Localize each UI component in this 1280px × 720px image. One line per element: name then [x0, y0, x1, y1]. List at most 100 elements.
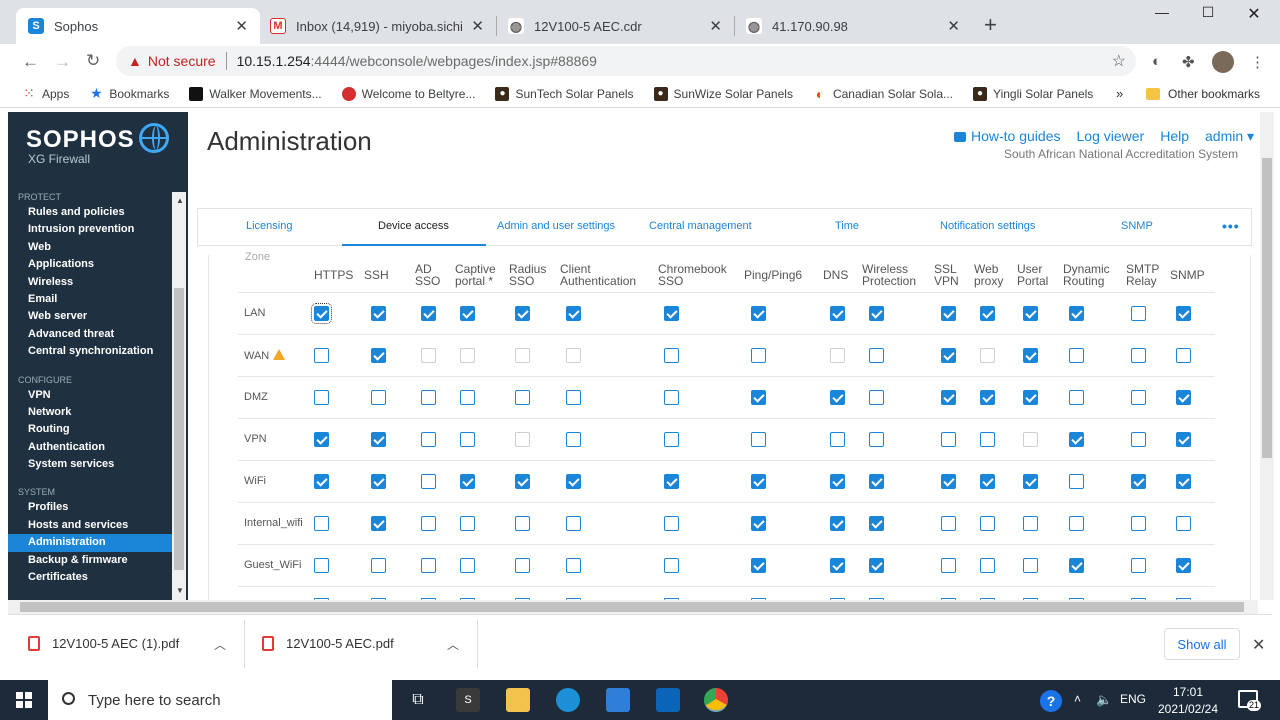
checkbox-wifi-radius-sso[interactable] — [515, 474, 530, 489]
close-tab-icon[interactable]: ✕ — [947, 17, 960, 35]
scroll-up-icon[interactable]: ▲ — [176, 196, 184, 205]
bookmark-walker[interactable]: Walker Movements... — [189, 86, 322, 101]
checkbox-internal_wifi-chromebook-sso[interactable] — [664, 516, 679, 531]
not-secure-label[interactable]: Not secure — [148, 53, 216, 69]
help-link[interactable]: Help — [1160, 128, 1189, 145]
task-view-icon[interactable]: ⧉ — [406, 688, 430, 712]
checkbox-vpn-captive-portal[interactable] — [460, 432, 475, 447]
checkbox-internal_wifi-ad-sso[interactable] — [421, 516, 436, 531]
checkbox-dmz-captive-portal[interactable] — [460, 390, 475, 405]
checkbox-dmz-ssl-vpn[interactable] — [941, 390, 956, 405]
sidebar-item-wireless[interactable]: Wireless — [8, 274, 172, 291]
profile-avatar[interactable] — [1212, 51, 1234, 73]
checkbox-lan-ping-ping6[interactable] — [751, 306, 766, 321]
checkbox-wan-smtp-relay[interactable] — [1131, 348, 1146, 363]
checkbox-wifi-ssl-vpn[interactable] — [941, 474, 956, 489]
other-bookmarks[interactable]: Other bookmarks — [1146, 80, 1260, 108]
checkbox-guest_wifi-smtp-relay[interactable] — [1131, 558, 1146, 573]
checkbox-wifi-dynamic-routing[interactable] — [1069, 474, 1084, 489]
checkbox-wifi-chromebook-sso[interactable] — [664, 474, 679, 489]
checkbox-guest_wifi-chromebook-sso[interactable] — [664, 558, 679, 573]
checkbox-dmz-ad-sso[interactable] — [421, 390, 436, 405]
checkbox-wan-ssh[interactable] — [371, 348, 386, 363]
sidebar-item-backup-firmware[interactable]: Backup & firmware — [8, 552, 172, 569]
how-to-guides-link[interactable]: How-to guides — [954, 128, 1061, 145]
main-scroll-thumb[interactable] — [1262, 158, 1272, 458]
checkbox-lan-wireless-protection[interactable] — [869, 306, 884, 321]
checkbox-wifi-dns[interactable] — [830, 474, 845, 489]
checkbox-lan-ad-sso[interactable] — [421, 306, 436, 321]
address-bar[interactable]: ▲ Not secure 10.15.1.254 :4444/webconsol… — [116, 46, 1136, 76]
checkbox-internal_wifi-wireless-protection[interactable] — [869, 516, 884, 531]
taskbar-clock[interactable]: 17:01 2021/02/24 — [1156, 684, 1220, 718]
download-item-1[interactable]: 12V100-5 AEC (1).pdf — [28, 636, 179, 651]
browser-menu-icon[interactable]: ⋮ — [1250, 53, 1265, 71]
checkbox-wifi-wireless-protection[interactable] — [869, 474, 884, 489]
checkbox-internal_wifi-dynamic-routing[interactable] — [1069, 516, 1084, 531]
checkbox-wifi-smtp-relay[interactable] — [1131, 474, 1146, 489]
bookmark-yingli[interactable]: ● Yingli Solar Panels — [973, 86, 1093, 101]
sidebar-item-intrusion-prevention[interactable]: Intrusion prevention — [8, 221, 172, 238]
checkbox-dmz-snmp[interactable] — [1176, 390, 1191, 405]
file-explorer-icon[interactable] — [506, 688, 530, 712]
bookmark-apps[interactable]: ⁙ Apps — [22, 85, 69, 101]
scroll-down-icon[interactable]: ▼ — [176, 586, 184, 595]
sidebar-item-certificates[interactable]: Certificates — [8, 569, 172, 586]
checkbox-dmz-dns[interactable] — [830, 390, 845, 405]
checkbox-internal_wifi-radius-sso[interactable] — [515, 516, 530, 531]
checkbox-wan-wireless-protection[interactable] — [869, 348, 884, 363]
sidebar-item-authentication[interactable]: Authentication — [8, 439, 172, 456]
checkbox-guest_wifi-ad-sso[interactable] — [421, 558, 436, 573]
sidebar-item-advanced-threat[interactable]: Advanced threat — [8, 326, 172, 343]
checkbox-vpn-ssl-vpn[interactable] — [941, 432, 956, 447]
sidebar-item-web-server[interactable]: Web server — [8, 308, 172, 325]
checkbox-wan-chromebook-sso[interactable] — [664, 348, 679, 363]
more-bookmarks-chevron[interactable]: » — [1116, 86, 1123, 101]
browser-tab-cdr[interactable]: ◍ 12V100-5 AEC.cdr ✕ — [496, 8, 734, 44]
forward-arrow-icon[interactable]: → — [54, 52, 71, 72]
checkbox-internal_wifi-captive-portal[interactable] — [460, 516, 475, 531]
checkbox-lan-ssl-vpn[interactable] — [941, 306, 956, 321]
windows-start-icon[interactable] — [16, 692, 32, 708]
taskbar-search-box[interactable]: Type here to search — [48, 680, 392, 720]
checkbox-lan-snmp[interactable] — [1176, 306, 1191, 321]
checkbox-internal_wifi-dns[interactable] — [830, 516, 845, 531]
app-s-icon[interactable]: S — [456, 688, 480, 712]
sidebar-item-rules-and-policies[interactable]: Rules and policies — [8, 204, 172, 221]
checkbox-internal_wifi-client-authentication[interactable] — [566, 516, 581, 531]
checkbox-lan-web-proxy[interactable] — [980, 306, 995, 321]
checkbox-vpn-smtp-relay[interactable] — [1131, 432, 1146, 447]
checkbox-dmz-chromebook-sso[interactable] — [664, 390, 679, 405]
window-close-icon[interactable]: ✕ — [1234, 4, 1274, 24]
checkbox-lan-dns[interactable] — [830, 306, 845, 321]
close-tab-icon[interactable]: ✕ — [471, 17, 484, 35]
checkbox-lan-client-authentication[interactable] — [566, 306, 581, 321]
chevron-up-icon[interactable]: ︿ — [214, 636, 226, 653]
sidebar-item-system-services[interactable]: System services — [8, 456, 172, 473]
horizontal-scroll-thumb[interactable] — [20, 602, 1244, 612]
checkbox-wan-https[interactable] — [314, 348, 329, 363]
checkbox-dmz-https[interactable] — [314, 390, 329, 405]
checkbox-dmz-dynamic-routing[interactable] — [1069, 390, 1084, 405]
checkbox-dmz-radius-sso[interactable] — [515, 390, 530, 405]
checkbox-lan-https[interactable] — [311, 303, 332, 324]
checkbox-wan-snmp[interactable] — [1176, 348, 1191, 363]
download-item-2[interactable]: 12V100-5 AEC.pdf — [262, 636, 394, 651]
bookmark-suntech[interactable]: ● SunTech Solar Panels — [495, 86, 634, 101]
checkbox-internal_wifi-ping-ping6[interactable] — [751, 516, 766, 531]
browser-tab-inbox[interactable]: M Inbox (14,919) - miyoba.sichimw ✕ — [258, 8, 496, 44]
outlook-icon[interactable] — [656, 688, 680, 712]
sidebar-item-email[interactable]: Email — [8, 291, 172, 308]
checkbox-lan-ssh[interactable] — [371, 306, 386, 321]
bookmark-canadian-solar[interactable]: ◐ Canadian Solar Sola... — [813, 86, 953, 102]
back-arrow-icon[interactable]: ← — [22, 52, 39, 72]
checkbox-internal_wifi-ssh[interactable] — [371, 516, 386, 531]
more-tabs-icon[interactable]: ••• — [1222, 218, 1240, 234]
close-downloads-icon[interactable]: ✕ — [1252, 635, 1265, 655]
sidebar-item-routing[interactable]: Routing — [8, 421, 172, 438]
checkbox-vpn-ping-ping6[interactable] — [751, 432, 766, 447]
checkbox-lan-smtp-relay[interactable] — [1131, 306, 1146, 321]
chrome-icon[interactable] — [704, 688, 728, 712]
browser-tab-ip[interactable]: ◍ 41.170.90.98 ✕ — [734, 8, 972, 44]
sidebar-item-web[interactable]: Web — [8, 239, 172, 256]
